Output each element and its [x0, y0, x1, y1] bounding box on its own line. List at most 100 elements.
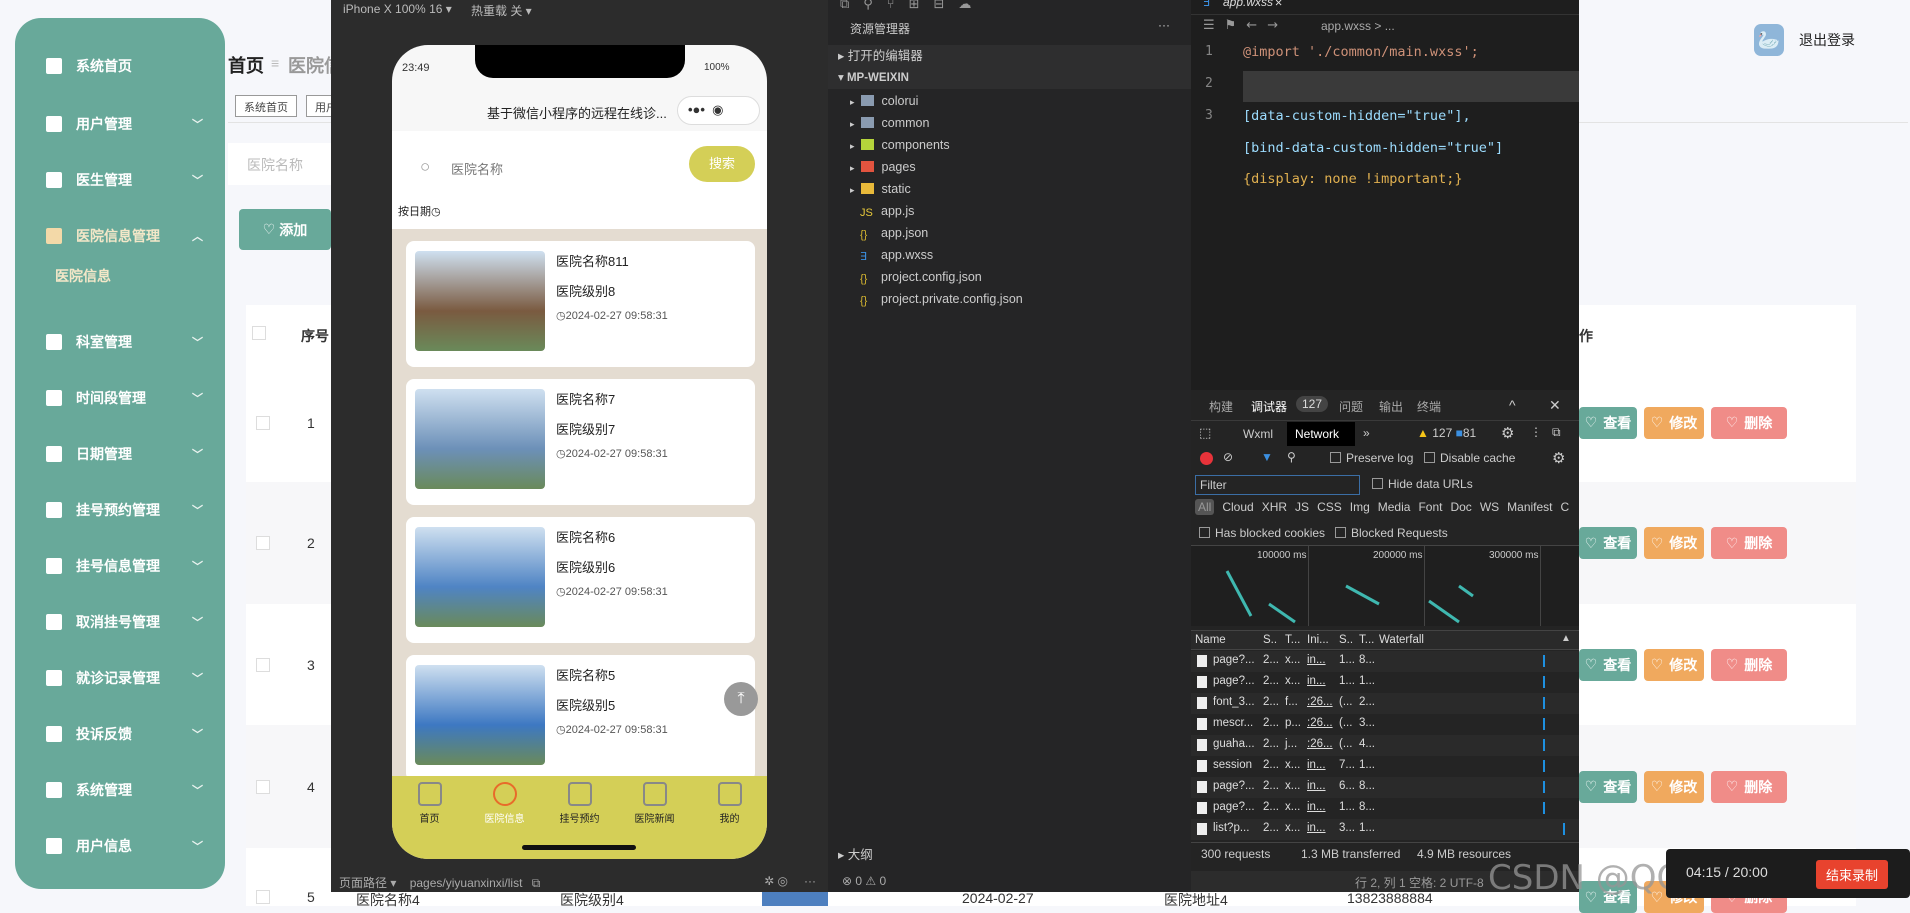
- tab-item[interactable]: 医院新闻: [617, 782, 692, 825]
- request-row[interactable]: font_3... 2... f...:26... (... 2...: [1191, 693, 1579, 714]
- sidebar-item[interactable]: 投诉反馈 ﹀: [15, 714, 225, 754]
- view-button[interactable]: ♡ 查看: [1579, 527, 1637, 559]
- view-button[interactable]: ♡ 查看: [1579, 406, 1637, 439]
- activity-icons[interactable]: ⧉⚲⑂⊞⊟☁: [840, 0, 985, 12]
- request-row[interactable]: guaha... 2... j...:26... (... 4...: [1191, 735, 1579, 756]
- hospital-card[interactable]: 医院名称7 医院级别7 ◷2024-02-27 09:58:31: [406, 379, 755, 505]
- edit-button[interactable]: ♡ 修改: [1644, 406, 1704, 439]
- row-checkbox[interactable]: [256, 779, 270, 794]
- type-filter[interactable]: WS: [1480, 500, 1499, 514]
- column-header[interactable]: S..: [1263, 634, 1277, 646]
- request-row[interactable]: page?... 2... x... in... 1... 1...: [1191, 672, 1579, 693]
- edit-button[interactable]: ♡ 修改: [1644, 648, 1704, 681]
- sidebar-item[interactable]: 系统首页: [15, 46, 225, 86]
- copy-icon[interactable]: ⧉: [532, 876, 541, 890]
- code-line[interactable]: [bind-data-custom-hidden="true"]: [1243, 140, 1503, 156]
- hospital-card[interactable]: 医院名称5 医院级别5 ◷2024-02-27 09:58:31: [406, 655, 755, 781]
- type-filter[interactable]: Img: [1350, 500, 1370, 514]
- file-tree-item[interactable]: {} project.config.json: [828, 266, 1191, 288]
- back-to-top-button[interactable]: ⤒: [724, 682, 758, 716]
- network-settings-icon[interactable]: ⚙: [1552, 449, 1565, 467]
- hot-reload-select[interactable]: 热重载 关 ▾: [471, 2, 532, 19]
- capsule-menu[interactable]: •●• ◉: [677, 96, 760, 125]
- search-icon[interactable]: ⚲: [1287, 450, 1296, 464]
- filter-icon[interactable]: ▼: [1261, 450, 1273, 464]
- file-tree-item[interactable]: ▸ static: [828, 178, 1191, 200]
- edit-button[interactable]: ♡ 修改: [1644, 770, 1704, 803]
- avatar[interactable]: 🦢: [1754, 24, 1784, 56]
- collapse-icon[interactable]: ^: [1509, 397, 1516, 413]
- editor-toolbar-icons[interactable]: ☰⚑←→: [1203, 18, 1288, 33]
- sidebar-item[interactable]: 医院信息管理 ︿: [15, 216, 225, 256]
- request-row[interactable]: page?... 2... x... in... 1... 8...: [1191, 798, 1579, 819]
- project-section[interactable]: ▾ MP-WEIXIN: [828, 67, 1191, 89]
- more-icon[interactable]: ···: [804, 874, 816, 888]
- devtools-tab[interactable]: 问题: [1339, 398, 1363, 415]
- column-header[interactable]: Ini...: [1307, 634, 1329, 646]
- type-filter[interactable]: XHR: [1262, 500, 1287, 514]
- devtools-tab[interactable]: 终端: [1417, 398, 1441, 415]
- close-tab-icon[interactable]: ✕: [1275, 0, 1282, 9]
- disable-cache-checkbox[interactable]: Disable cache: [1424, 451, 1515, 465]
- tab-wxml[interactable]: Wxml: [1243, 427, 1273, 441]
- cursor-position[interactable]: 行 2, 列 1 空格: 2 UTF-8: [1355, 874, 1484, 891]
- delete-button[interactable]: ♡ 删除: [1711, 527, 1787, 559]
- tag-home[interactable]: 系统首页: [235, 95, 297, 117]
- row-checkbox[interactable]: [256, 657, 270, 672]
- hospital-card[interactable]: 医院名称811 医院级别8 ◷2024-02-27 09:58:31: [406, 241, 755, 367]
- close-icon[interactable]: ✕: [1549, 397, 1561, 414]
- sidebar-item[interactable]: 系统管理 ﹀: [15, 770, 225, 810]
- column-header[interactable]: T...: [1285, 634, 1300, 646]
- preserve-log-checkbox[interactable]: Preserve log: [1330, 451, 1413, 465]
- sidebar-item[interactable]: 日期管理 ﹀: [15, 434, 225, 474]
- view-button[interactable]: ♡ 查看: [1579, 770, 1637, 803]
- search-button[interactable]: 搜索: [689, 146, 755, 182]
- sidebar-subitem[interactable]: 医院信息: [55, 266, 111, 286]
- type-filter[interactable]: JS: [1295, 500, 1309, 514]
- network-overview[interactable]: 100000 ms 200000 ms 300000 ms: [1191, 546, 1579, 626]
- file-tree-item[interactable]: ▸ pages: [828, 156, 1191, 178]
- type-filter[interactable]: Cloud: [1222, 500, 1253, 514]
- column-header[interactable]: T...: [1359, 634, 1374, 646]
- devtools-tab[interactable]: 输出: [1379, 398, 1403, 415]
- file-tree-item[interactable]: {} app.json: [828, 222, 1191, 244]
- file-tree-item[interactable]: ∃ app.wxss: [828, 244, 1191, 266]
- code-line[interactable]: {display: none !important;}: [1243, 171, 1462, 187]
- warnings-count[interactable]: ▲ 127 ■81: [1417, 426, 1476, 440]
- request-row[interactable]: mescr... 2... p...:26... (... 3...: [1191, 714, 1579, 735]
- add-button[interactable]: ♡ 添加: [239, 209, 331, 250]
- tab-item[interactable]: 首页: [392, 782, 467, 825]
- type-filter[interactable]: CSS: [1317, 500, 1342, 514]
- type-filter[interactable]: Manifest: [1507, 500, 1552, 514]
- request-row[interactable]: page?... 2... x... in... 1... 8...: [1191, 651, 1579, 672]
- editor-breadcrumb[interactable]: app.wxss > ...: [1321, 19, 1395, 33]
- inspect-icon[interactable]: ⬚: [1199, 425, 1211, 441]
- sidebar-item[interactable]: 科室管理 ﹀: [15, 322, 225, 362]
- file-tree-item[interactable]: JS app.js: [828, 200, 1191, 222]
- view-button[interactable]: ♡ 查看: [1579, 648, 1637, 681]
- sidebar-item[interactable]: 挂号预约管理 ﹀: [15, 490, 225, 530]
- breadcrumb-home[interactable]: 首页: [228, 52, 264, 78]
- open-editors-section[interactable]: ▸ 打开的编辑器: [828, 45, 1191, 67]
- more-tabs-icon[interactable]: »: [1363, 426, 1370, 440]
- column-header[interactable]: S..: [1339, 634, 1353, 646]
- editor-tab[interactable]: ∃ app.wxss ✕: [1191, 0, 1291, 14]
- tab-item[interactable]: 挂号预约: [542, 782, 617, 825]
- stop-recording-button[interactable]: 结束录制: [1816, 860, 1889, 889]
- row-checkbox[interactable]: [256, 536, 270, 550]
- clear-icon[interactable]: ⊘: [1223, 450, 1233, 464]
- dock-icon[interactable]: ⧉: [1552, 425, 1561, 440]
- hospital-name-search-input[interactable]: 医院名称: [228, 143, 338, 185]
- sidebar-item[interactable]: 挂号信息管理 ﹀: [15, 546, 225, 586]
- blocked-cookies-checkbox[interactable]: Has blocked cookies: [1199, 526, 1325, 540]
- sidebar-item[interactable]: 就诊记录管理 ﹀: [15, 658, 225, 698]
- request-row[interactable]: list?p... 2... x... in... 3... 1...: [1191, 819, 1579, 840]
- request-row[interactable]: page?... 2... x... in... 6... 8...: [1191, 777, 1579, 798]
- devtools-tab[interactable]: 构建: [1209, 398, 1233, 415]
- code-line[interactable]: [data-custom-hidden="true"],: [1243, 108, 1471, 124]
- delete-button[interactable]: ♡ 删除: [1711, 406, 1787, 439]
- sort-by-date[interactable]: 按日期◷: [398, 203, 441, 219]
- code-line[interactable]: @import './common/main.wxss';: [1243, 44, 1479, 60]
- file-tree-item[interactable]: ▸ common: [828, 112, 1191, 134]
- sidebar-item[interactable]: 用户信息 ﹀: [15, 826, 225, 866]
